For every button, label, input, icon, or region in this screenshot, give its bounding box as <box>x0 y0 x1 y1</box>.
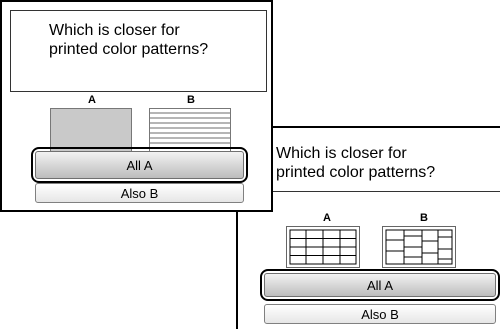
screen-panel-2: Which is closer for printed color patter… <box>236 126 500 329</box>
all-a-button[interactable]: All A <box>264 273 496 297</box>
option-b-label: B <box>420 212 428 224</box>
option-a-label: A <box>323 212 331 224</box>
option-b-label: B <box>187 94 195 106</box>
screen-panel-1: Which is closer for printed color patter… <box>0 0 273 212</box>
also-b-button[interactable]: Also B <box>35 183 244 203</box>
question-line-2: printed color patterns? <box>49 41 209 58</box>
question-line-1: Which is closer for <box>276 145 407 162</box>
question-box: Which is closer for printed color patter… <box>10 10 267 92</box>
question-box: Which is closer for printed color patter… <box>236 128 500 192</box>
question-line-1: Which is closer for <box>49 22 180 39</box>
pattern-a-grid-thumbnail[interactable] <box>286 226 360 268</box>
pattern-a-thumbnail[interactable] <box>50 108 132 152</box>
option-a-label: A <box>88 94 96 106</box>
pattern-b-grid-thumbnail[interactable] <box>382 226 456 268</box>
also-b-button[interactable]: Also B <box>264 304 496 324</box>
all-a-button[interactable]: All A <box>35 151 244 179</box>
pattern-b-thumbnail[interactable] <box>149 108 231 152</box>
question-line-2: printed color patterns? <box>276 164 436 181</box>
